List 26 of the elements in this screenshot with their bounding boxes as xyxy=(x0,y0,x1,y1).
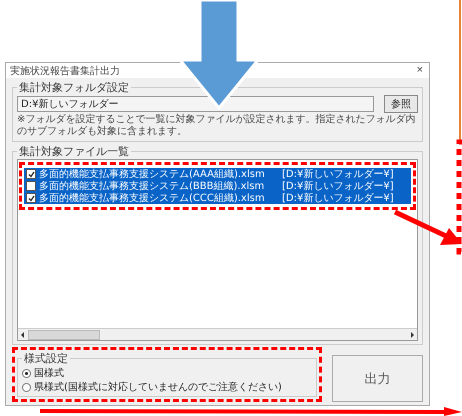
file-name: 多面的機能支払事務支援システム(CCC組織).xlsm xyxy=(39,192,266,205)
radio-option[interactable]: 国様式 xyxy=(22,366,64,380)
window-title: 実施状況報告書集計出力 xyxy=(10,64,120,78)
radio-option[interactable]: 県様式(国様式に対応していませんのでご注意ください) xyxy=(22,380,282,394)
checkbox[interactable] xyxy=(26,193,36,203)
checkbox[interactable] xyxy=(26,181,36,191)
folder-path-field[interactable]: D:¥新しいフォルダー xyxy=(17,96,374,112)
browse-button[interactable]: 参照 xyxy=(384,95,418,113)
file-name: 多面的機能支払事務支援システム(AAA組織).xlsm xyxy=(39,168,266,180)
close-button[interactable]: × xyxy=(414,65,425,76)
folder-name: [D:¥新しいフォルダー¥] xyxy=(282,192,394,205)
group-label: 様式設定 xyxy=(23,351,69,366)
file-row[interactable]: 多面的機能支払事務支援システム(BBB組織).xlsm [D:¥新しいフォルダー¥] xyxy=(24,180,411,192)
group-label: 集計対象フォルダ設定 xyxy=(18,80,130,95)
group-label: 集計対象ファイル一覧 xyxy=(18,144,130,159)
checkbox[interactable] xyxy=(26,169,36,179)
file-name: 多面的機能支払事務支援システム(BBB組織).xlsm xyxy=(39,180,266,192)
note-text: ※フォルダを設定することで一覧に対象ファイルが設定されます。指定されたフォルダ内のサブフォルダも対象に含まれます。 xyxy=(17,114,416,138)
folder-name: [D:¥新しいフォルダー¥] xyxy=(282,180,394,192)
horizontal-scrollbar[interactable] xyxy=(18,328,417,340)
output-button[interactable]: 出力 xyxy=(332,355,423,402)
folder-name: [D:¥新しいフォルダー¥] xyxy=(282,168,394,180)
scroll-thumb[interactable] xyxy=(28,330,100,340)
file-row[interactable]: 多面的機能支払事務支援システム(CCC組織).xlsm [D:¥新しいフォルダー¥] xyxy=(24,192,411,204)
file-row[interactable]: 多面的機能支払事務支援システム(AAA組織).xlsm [D:¥新しいフォルダー¥] xyxy=(24,168,411,180)
arrow-drawing xyxy=(394,210,462,245)
